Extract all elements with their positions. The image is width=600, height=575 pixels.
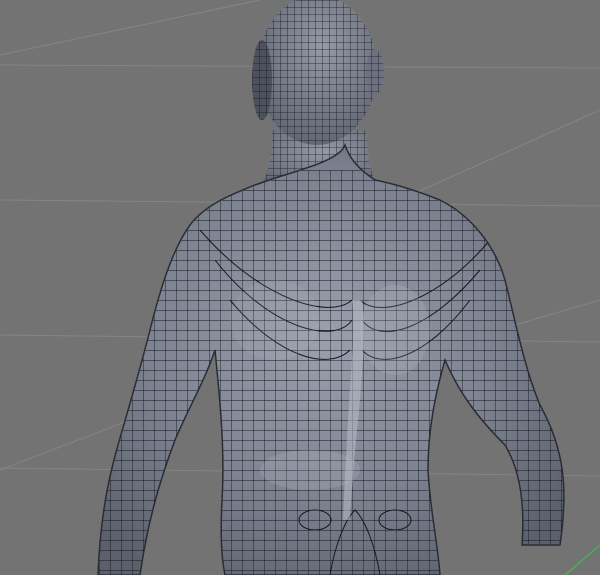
head-mesh: [252, 0, 384, 145]
axis-line: [564, 544, 600, 575]
3d-viewport[interactable]: [0, 0, 600, 575]
torso-mesh: [97, 144, 565, 575]
viewport-canvas[interactable]: [0, 0, 600, 575]
